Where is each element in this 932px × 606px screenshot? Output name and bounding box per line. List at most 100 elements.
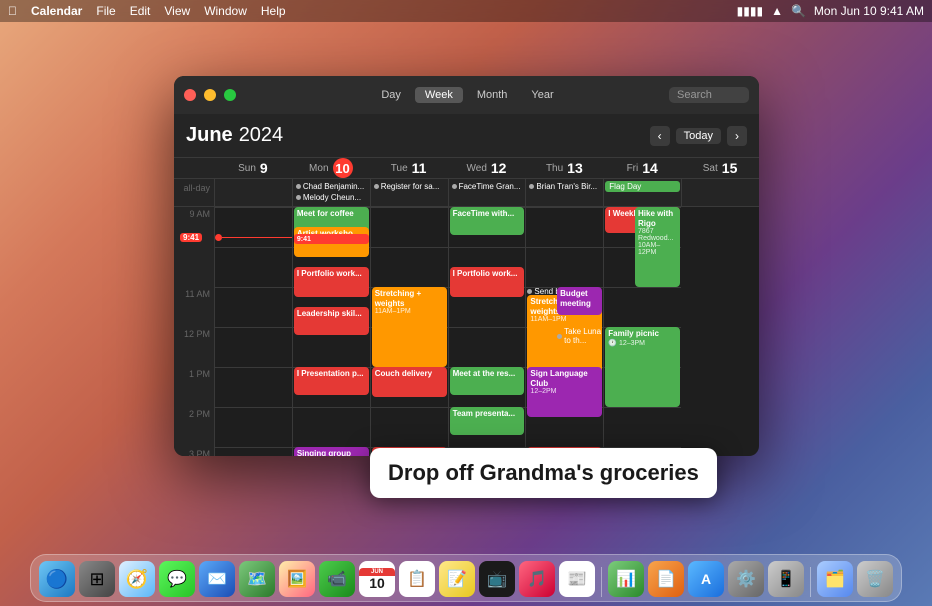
day-header-fri: Fri 14 <box>603 158 681 178</box>
day-view-btn[interactable]: Day <box>371 87 411 103</box>
time-indicator: 9:41 <box>215 234 292 241</box>
allday-sat <box>681 179 759 206</box>
prev-btn[interactable]: ‹ <box>650 126 670 146</box>
col-thu: Send birthday... Stretching + weights 11… <box>525 207 603 456</box>
dock-separator-2 <box>810 567 811 597</box>
edit-menu[interactable]: Edit <box>130 4 151 18</box>
allday-label: all-day <box>174 179 214 206</box>
app-name[interactable]: Calendar <box>31 4 82 18</box>
month-view-btn[interactable]: Month <box>467 87 518 103</box>
col-tue: Stretching + weights 11AM–1PM Couch deli… <box>370 207 448 456</box>
dock-photos[interactable]: 🖼️ <box>279 561 315 597</box>
year-title: 2024 <box>239 124 284 147</box>
view-menu[interactable]: View <box>164 4 190 18</box>
day-header-tue: Tue 11 <box>370 158 448 178</box>
menubar-right: ▮▮▮▮ ▲ 🔍 Mon Jun 10 9:41 AM <box>737 4 924 18</box>
search-icon[interactable]: 🔍 <box>791 4 806 18</box>
dock-pages[interactable]: 📄 <box>648 561 684 597</box>
allday-event-birthday[interactable]: Brian Tran's Bir... <box>536 182 597 191</box>
current-time-label: 9:41 <box>180 233 202 242</box>
dock-iphone[interactable]: 📱 <box>768 561 804 597</box>
event-facetime-wed[interactable]: FaceTime with... <box>450 207 525 235</box>
allday-event-flagday[interactable]: Flag Day <box>609 182 641 191</box>
allday-thu: Brian Tran's Bir... <box>525 179 603 206</box>
dock-messages[interactable]: 💬 <box>159 561 195 597</box>
view-switcher: Day Week Month Year <box>274 87 661 103</box>
dock-maps[interactable]: 🗺️ <box>239 561 275 597</box>
dock-reminders[interactable]: 📋 <box>399 561 435 597</box>
allday-event-chad[interactable]: Chad Benjamin... <box>303 182 364 191</box>
event-portfolio-work-mon[interactable]: I Portfolio work... <box>294 267 369 297</box>
event-presentation[interactable]: I Presentation p... <box>294 367 369 395</box>
menubar:  Calendar File Edit View Window Help ▮▮… <box>0 0 932 22</box>
dock: 🔵 ⊞ 🧭 💬 ✉️ 🗺️ 🖼️ 📹 JUN 10 <box>30 554 902 602</box>
dock-numbers[interactable]: 📊 <box>608 561 644 597</box>
week-view-btn[interactable]: Week <box>415 87 463 103</box>
allday-event-melody[interactable]: Melody Cheun... <box>303 193 361 202</box>
menubar-left:  Calendar File Edit View Window Help <box>8 4 286 18</box>
event-meet-res[interactable]: Meet at the res... <box>450 367 525 395</box>
today-btn[interactable]: Today <box>676 128 721 144</box>
dock-systemprefs[interactable]: ⚙️ <box>728 561 764 597</box>
time-labels: 9 AM 11 AM 12 PM 1 PM 2 PM 3 PM 4 PM 5 P… <box>174 207 214 456</box>
dock-safari[interactable]: 🧭 <box>119 561 155 597</box>
dock-separator <box>601 567 602 597</box>
allday-row: all-day Chad Benjamin... Melody Cheun... <box>174 179 759 207</box>
event-luna[interactable]: Take Luna to th... <box>557 327 602 345</box>
dock-appletv[interactable]: 📺 <box>479 561 515 597</box>
time-11am: 11 AM <box>174 287 214 327</box>
dock-facetime[interactable]: 📹 <box>319 561 355 597</box>
col-mon: 9:41 Meet for coffee Artist worksho... I… <box>292 207 370 456</box>
event-couch[interactable]: Couch delivery <box>372 367 447 397</box>
event-budget[interactable]: Budget meeting <box>557 287 602 315</box>
dock-finder-folder[interactable]: 🗂️ <box>817 561 853 597</box>
window-menu[interactable]: Window <box>204 4 247 18</box>
col-sun: 9:41 <box>214 207 292 456</box>
allday-wed: FaceTime Gran... <box>448 179 526 206</box>
dock-calendar[interactable]: JUN 10 <box>359 561 395 597</box>
col-fri: I Weekly status Hike with Rigo 7867 Redw… <box>603 207 681 456</box>
month-title: June <box>186 124 233 147</box>
help-menu[interactable]: Help <box>261 4 286 18</box>
datetime: Mon Jun 10 9:41 AM <box>814 4 924 18</box>
dock-appstore[interactable]: A <box>688 561 724 597</box>
dock-trash[interactable]: 🗑️ <box>857 561 893 597</box>
event-singing[interactable]: Singing group <box>294 447 369 456</box>
event-stretching-tue[interactable]: Stretching + weights 11AM–1PM <box>372 287 447 367</box>
calendar-window: Day Week Month Year Search June 2024 ‹ T… <box>174 76 759 456</box>
current-time-block: 9:41 <box>294 234 369 244</box>
event-picnic[interactable]: Family picnic 🕐 12–3PM <box>605 327 680 407</box>
calendar-header: June 2024 ‹ Today › <box>174 114 759 158</box>
time-grid: 9 AM 11 AM 12 PM 1 PM 2 PM 3 PM 4 PM 5 P… <box>174 207 759 456</box>
day-header-thu: Thu 13 <box>525 158 603 178</box>
minimize-button[interactable] <box>204 89 216 101</box>
event-portfolio-wed[interactable]: I Portfolio work... <box>450 267 525 297</box>
maximize-button[interactable] <box>224 89 236 101</box>
event-sign-language[interactable]: Sign Language Club 12–2PM <box>527 367 602 417</box>
col-wed: FaceTime with... I Portfolio work... Mee… <box>448 207 526 456</box>
event-leadership[interactable]: Leadership skil... <box>294 307 369 335</box>
wifi-icon: ▲ <box>771 4 783 18</box>
close-button[interactable] <box>184 89 196 101</box>
time-2pm: 2 PM <box>174 407 214 447</box>
time-12pm: 12 PM <box>174 327 214 367</box>
dock-notes[interactable]: 📝 <box>439 561 475 597</box>
dock-music[interactable]: 🎵 <box>519 561 555 597</box>
year-view-btn[interactable]: Year <box>521 87 563 103</box>
allday-mon: Chad Benjamin... Melody Cheun... <box>292 179 370 206</box>
allday-event-facetime[interactable]: FaceTime Gran... <box>459 182 521 191</box>
dock-mail[interactable]: ✉️ <box>199 561 235 597</box>
allday-event-register[interactable]: Register for sa... <box>381 182 440 191</box>
next-btn[interactable]: › <box>727 126 747 146</box>
file-menu[interactable]: File <box>96 4 115 18</box>
event-team-presenta[interactable]: Team presenta... <box>450 407 525 435</box>
search-box[interactable]: Search <box>669 87 749 103</box>
dock-finder[interactable]: 🔵 <box>39 561 75 597</box>
dock-launchpad[interactable]: ⊞ <box>79 561 115 597</box>
event-hike[interactable]: Hike with Rigo 7867 Redwood... 10AM–12PM <box>635 207 680 287</box>
dock-news[interactable]: 📰 <box>559 561 595 597</box>
day-headers: Sun 9 Mon 10 Tue 11 Wed 12 Thu 13 <box>174 158 759 179</box>
apple-menu[interactable]:  <box>8 4 17 18</box>
desktop:  Calendar File Edit View Window Help ▮▮… <box>0 0 932 606</box>
time-1pm: 1 PM <box>174 367 214 407</box>
